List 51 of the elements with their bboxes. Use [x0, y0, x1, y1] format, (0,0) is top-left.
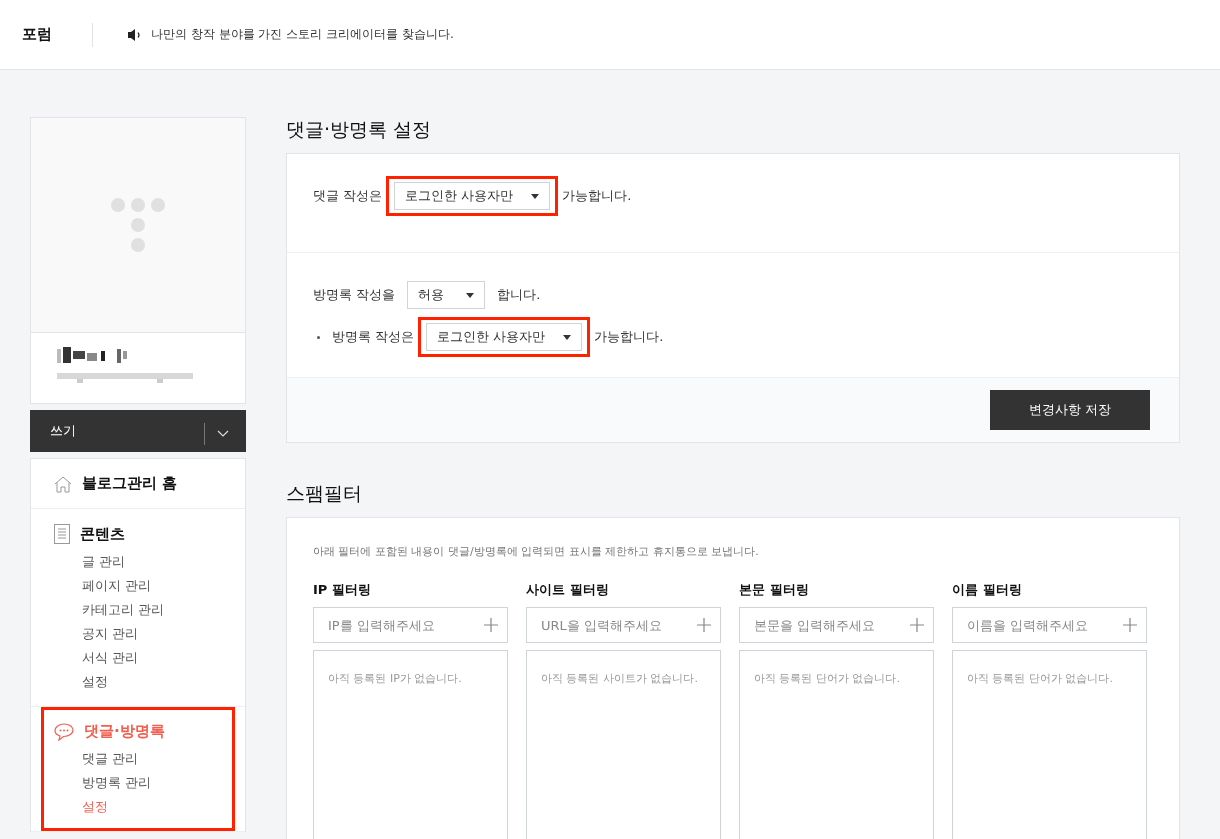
plus-icon[interactable] — [697, 618, 711, 632]
empty-message: 아직 등록된 단어가 없습니다. — [754, 672, 900, 685]
input-field[interactable]: 이름을 입력해주세요 — [952, 607, 1147, 643]
select-dropdown[interactable]: 허용 — [407, 281, 486, 309]
select-dropdown[interactable]: 로그인한 사용자만 — [426, 323, 583, 351]
filter-label: 본문 필터링 — [739, 581, 810, 599]
save-button[interactable]: 변경사항 저장 — [990, 390, 1150, 430]
menu-item[interactable]: 공지 관리 — [82, 624, 222, 643]
filter-label: 사이트 필터링 — [526, 581, 610, 599]
caret-icon — [563, 334, 572, 340]
chevron-down-icon[interactable] — [217, 430, 229, 438]
setting-label: 가능합니다. — [562, 187, 632, 205]
empty-message: 아직 등록된 IP가 없습니다. — [328, 672, 462, 685]
section-title: 스팸필터 — [286, 481, 363, 506]
setting-label: 방명록 작성은 — [332, 328, 415, 346]
menu-item[interactable]: 카테고리 관리 — [82, 600, 222, 619]
document-icon — [54, 524, 70, 544]
caret-icon — [466, 292, 475, 298]
speaker-icon — [127, 27, 143, 42]
setting-label: 가능합니다. — [594, 328, 664, 346]
plus-icon[interactable] — [484, 618, 498, 632]
caret-icon — [531, 193, 540, 199]
setting-label: 방명록 작성을 — [313, 286, 396, 304]
input-field[interactable]: IP를 입력해주세요 — [313, 607, 508, 643]
menu-section-link[interactable]: 콘텐츠 — [80, 524, 125, 544]
menu-section-link[interactable]: 블로그관리 홈 — [82, 474, 178, 493]
setting-label: 댓글 작성은 — [313, 187, 383, 205]
input-field[interactable]: URL을 입력해주세요 — [526, 607, 721, 643]
house-icon — [54, 474, 72, 493]
empty-message: 아직 등록된 사이트가 없습니다. — [541, 672, 698, 685]
menu-item[interactable]: 글 관리 — [82, 552, 222, 571]
speech-bubble-icon — [54, 722, 74, 741]
write-button[interactable]: 쓰기 — [30, 410, 246, 452]
empty-message: 아직 등록된 단어가 없습니다. — [967, 672, 1113, 685]
menu-item[interactable]: 댓글 관리 — [82, 749, 222, 768]
filter-label: IP 필터링 — [313, 581, 372, 599]
setting-label: 합니다. — [497, 286, 541, 304]
section-title: 댓글·방명록 설정 — [286, 117, 433, 142]
forum-title[interactable]: 포럼 — [22, 25, 52, 44]
filter-label: 이름 필터링 — [952, 581, 1023, 599]
notice-text[interactable]: 나만의 창작 분야를 가진 스토리 크리에이터를 찾습니다. — [151, 26, 454, 43]
logo-icon — [110, 197, 166, 253]
input-field[interactable]: 본문을 입력해주세요 — [739, 607, 934, 643]
plus-icon[interactable] — [1123, 618, 1137, 632]
menu-item[interactable]: 서식 관리 — [82, 648, 222, 667]
plus-icon[interactable] — [910, 618, 924, 632]
select-dropdown[interactable]: 로그인한 사용자만 — [394, 182, 551, 210]
menu-item[interactable]: 설정 — [82, 672, 222, 691]
menu-item[interactable]: 페이지 관리 — [82, 576, 222, 595]
description-text: 아래 필터에 포함된 내용이 댓글/방명록에 입력되면 표시를 제한하고 휴지통으로 보냅니다. — [313, 544, 760, 559]
menu-item[interactable]: 방명록 관리 — [82, 773, 222, 792]
